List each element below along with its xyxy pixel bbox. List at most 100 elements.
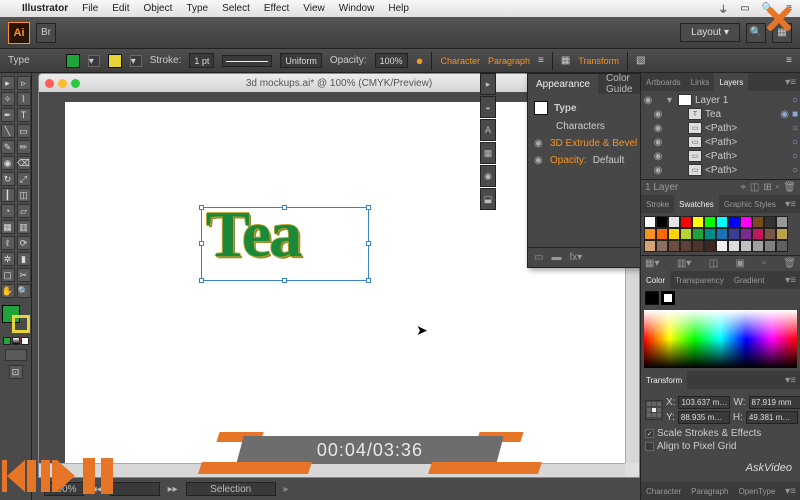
layer-expand-icon[interactable]: ▾ — [667, 95, 675, 106]
paragraph-align-icon[interactable]: ≡ — [538, 55, 544, 66]
dock-icon-3[interactable]: A — [480, 119, 496, 141]
recolor-artwork-icon[interactable]: ● — [416, 53, 424, 68]
screen-mode-button[interactable] — [5, 349, 27, 361]
rotate-tool[interactable]: ↻ — [1, 172, 15, 186]
swatch[interactable] — [728, 228, 740, 240]
width-tool[interactable]: ┃ — [1, 188, 15, 202]
swatch[interactable] — [656, 228, 668, 240]
swatch[interactable] — [680, 240, 692, 252]
swatch[interactable] — [692, 216, 704, 228]
opentype-bottom-tab[interactable]: OpenType — [733, 482, 780, 500]
fill-swatch[interactable] — [66, 54, 80, 68]
add-fill-icon[interactable]: ▬ — [551, 252, 561, 263]
sublayer-name[interactable]: <Path> — [705, 165, 737, 176]
swatch[interactable] — [728, 240, 740, 252]
control-bar-menu-icon[interactable]: ≡ — [786, 55, 792, 66]
layer-visibility-icon[interactable]: ◉ — [653, 123, 663, 134]
menu-file[interactable]: File — [82, 3, 98, 14]
stroke-dropdown-icon[interactable]: ▾ — [130, 55, 142, 67]
selection-bounding-box[interactable]: Tea — [201, 207, 369, 281]
character-bottom-tab[interactable]: Character — [641, 482, 686, 500]
video-pause-button[interactable] — [83, 458, 113, 494]
bridge-icon[interactable]: Br — [36, 23, 56, 43]
swatch[interactable] — [704, 240, 716, 252]
shape-builder-tool[interactable]: ◔ — [1, 204, 15, 218]
swatch[interactable] — [680, 216, 692, 228]
type-tool[interactable]: T — [17, 108, 31, 122]
swatch[interactable] — [740, 240, 752, 252]
type-panel-menu-icon[interactable]: ▾≡ — [781, 486, 800, 497]
stroke-swatch[interactable] — [108, 54, 122, 68]
align-pixel-checkbox[interactable] — [645, 442, 654, 451]
overlay-close-button[interactable] — [756, 0, 800, 38]
dock-icon-4[interactable]: ▦ — [480, 142, 496, 164]
delete-layer-icon[interactable]: 🗑 — [783, 182, 796, 193]
pencil-tool[interactable]: ✏ — [17, 140, 31, 154]
layers-list[interactable]: ◉▾Layer 1○ ◉TTea◉■ ◉▭<Path>○ ◉▭<Path>○ ◉… — [641, 91, 800, 179]
transform-y-field[interactable]: 88.935 m… — [678, 411, 730, 424]
swatch[interactable] — [764, 228, 776, 240]
slice-tool[interactable]: ✂ — [17, 268, 31, 282]
color-spectrum[interactable] — [644, 310, 797, 368]
swatch-options-icon[interactable]: ◫ — [709, 258, 718, 269]
pen-tool[interactable]: ✒ — [1, 108, 15, 122]
blob-brush-tool[interactable]: ◉ — [1, 156, 15, 170]
appearance-panel[interactable]: Appearance Color Guide ▸▸ ▾≡ Type Charac… — [527, 73, 640, 268]
eraser-tool[interactable]: ⌫ — [17, 156, 31, 170]
appearance-effect-3d[interactable]: 3D Extrude & Bevel — [550, 138, 637, 149]
column-graph-tool[interactable]: ▮ — [17, 252, 31, 266]
transform-x-field[interactable]: 103.637 m… — [678, 396, 730, 409]
sublayer-name[interactable]: Tea — [705, 109, 721, 120]
menu-view[interactable]: View — [303, 3, 325, 14]
add-stroke-icon[interactable]: ▭ — [534, 252, 543, 263]
stroke-profile-field[interactable]: Uniform — [280, 53, 322, 68]
zoom-window-icon[interactable] — [71, 79, 80, 88]
align-icon[interactable]: ▦ — [561, 55, 570, 66]
scale-tool[interactable]: ⤢ — [17, 172, 31, 186]
color-tab[interactable]: Color — [641, 271, 670, 289]
sublayer-name[interactable]: <Path> — [705, 137, 737, 148]
free-transform-tool[interactable]: ◫ — [17, 188, 31, 202]
menu-help[interactable]: Help — [388, 3, 409, 14]
fill-dropdown-icon[interactable]: ▾ — [88, 55, 100, 67]
sublayer-name[interactable]: <Path> — [705, 123, 737, 134]
menu-object[interactable]: Object — [143, 3, 172, 14]
video-prev-button[interactable] — [2, 460, 25, 492]
new-swatch-icon[interactable]: ▫ — [762, 258, 766, 269]
gradient-tab[interactable]: Gradient — [729, 271, 770, 289]
delete-swatch-icon[interactable]: 🗑 — [783, 258, 796, 269]
swatch[interactable] — [704, 216, 716, 228]
transform-tab[interactable]: Transform — [641, 371, 687, 389]
swatch[interactable] — [668, 228, 680, 240]
visibility-toggle-icon[interactable]: ◉ — [534, 138, 544, 149]
paragraph-bottom-tab[interactable]: Paragraph — [686, 482, 733, 500]
transform-h-field[interactable]: 49.381 m… — [746, 411, 798, 424]
toolbox-collapse-icon[interactable]: ⊡ — [9, 365, 23, 379]
color-panel-menu-icon[interactable]: ▾≡ — [781, 275, 800, 286]
swatch[interactable] — [740, 228, 752, 240]
menu-select[interactable]: Select — [222, 3, 250, 14]
direct-selection-tool[interactable]: ▹ — [17, 76, 31, 90]
paragraph-panel-link[interactable]: Paragraph — [488, 56, 530, 66]
layers-panel-menu-icon[interactable]: ▾≡ — [781, 77, 800, 88]
stroke-panel-tab[interactable]: Stroke — [641, 195, 674, 213]
layer-visibility-icon[interactable]: ◉ — [653, 165, 663, 176]
current-tool-display[interactable]: Selection — [186, 482, 276, 496]
swatch[interactable] — [668, 240, 680, 252]
swatch[interactable] — [644, 228, 656, 240]
fill-stroke-indicator[interactable] — [2, 305, 30, 333]
app-menu[interactable]: Illustrator — [22, 3, 68, 14]
menu-edit[interactable]: Edit — [112, 3, 129, 14]
swatch[interactable] — [752, 240, 764, 252]
blend-tool[interactable]: ⟳ — [17, 236, 31, 250]
line-tool[interactable]: ╲ — [1, 124, 15, 138]
transform-panel-menu-icon[interactable]: ▾≡ — [781, 375, 800, 386]
stroke-weight-field[interactable]: 1 pt — [189, 53, 214, 68]
swatch[interactable] — [764, 240, 776, 252]
swatch[interactable] — [776, 228, 788, 240]
symbol-sprayer-tool[interactable]: ✲ — [1, 252, 15, 266]
window-traffic-lights[interactable] — [45, 79, 80, 88]
menubar-wifi-icon[interactable]: ⏚ — [718, 1, 728, 16]
locate-object-icon[interactable]: ⌖ — [740, 182, 746, 193]
rectangle-tool[interactable]: ▭ — [17, 124, 31, 138]
